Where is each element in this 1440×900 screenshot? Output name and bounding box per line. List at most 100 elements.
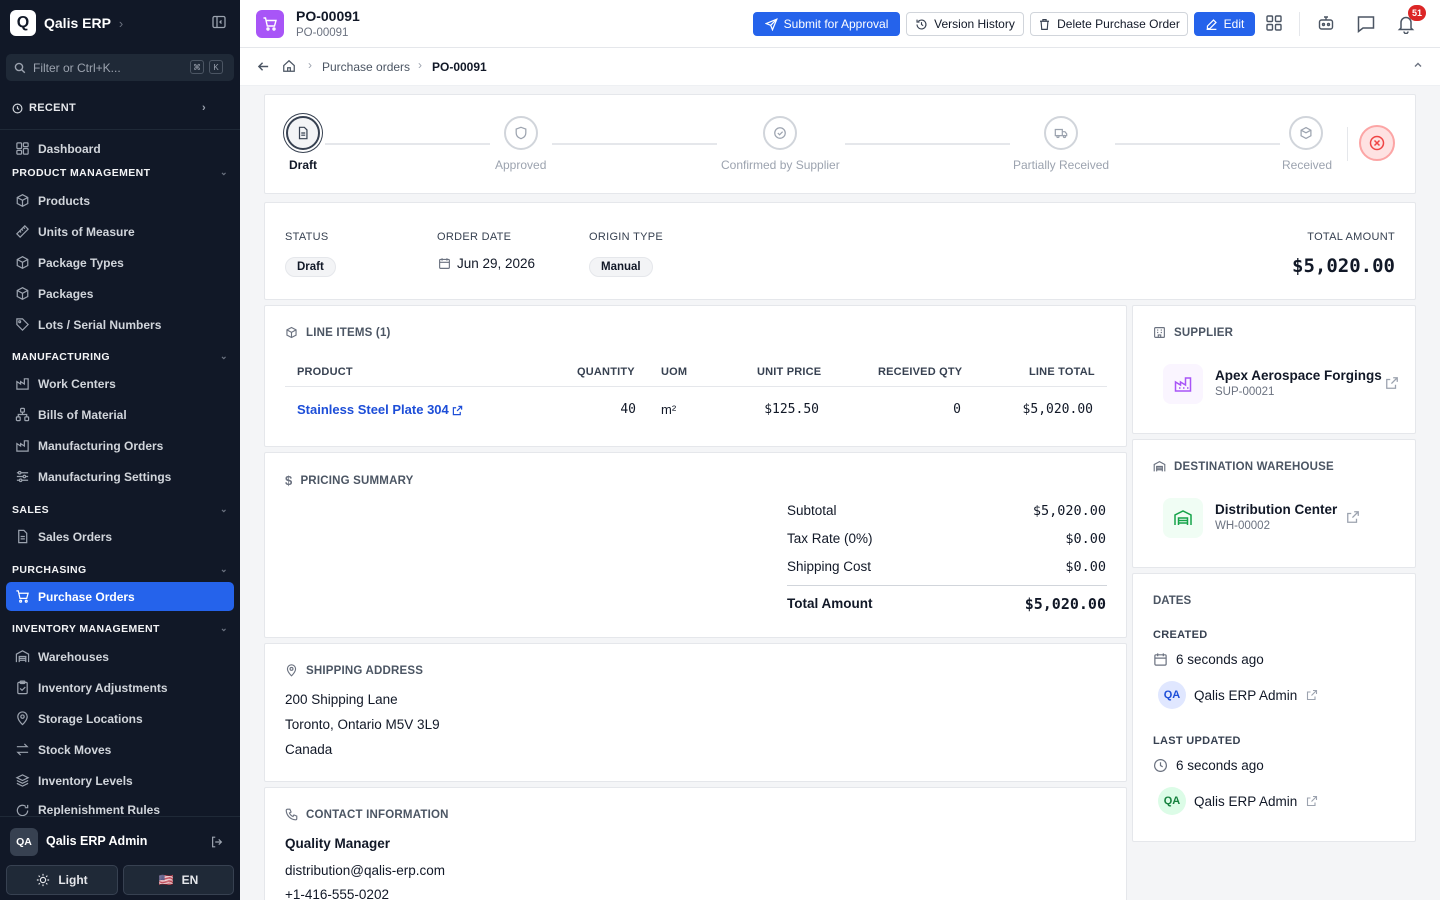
sidebar-item-manufacturing-settings[interactable]: Manufacturing Settings: [6, 462, 234, 491]
section-label: PRODUCT MANAGEMENT: [12, 167, 151, 179]
external-link-icon[interactable]: [1346, 510, 1360, 524]
step-label: Confirmed by Supplier: [721, 158, 840, 172]
sidebar-item-label: Dashboard: [38, 141, 101, 156]
edit-button[interactable]: Edit: [1194, 12, 1255, 36]
sidebar-item-label: Inventory Levels: [38, 773, 133, 788]
sidebar-item-label: Sales Orders: [38, 529, 113, 544]
delete-purchase-order-button[interactable]: Delete Purchase Order: [1030, 12, 1188, 36]
app-name: Qalis ERP: [44, 15, 111, 31]
sidebar-item-package-types[interactable]: Package Types: [6, 248, 234, 277]
sidebar-item-work-centers[interactable]: Work Centers: [6, 369, 234, 398]
clipboard-icon: [17, 680, 28, 695]
kbd-k: K: [209, 60, 223, 74]
contact-phone[interactable]: +1-416-555-0202: [285, 887, 389, 900]
top-bar: PO-00091 PO-00091 Submit for Approval Ve…: [240, 0, 1440, 48]
breadcrumb-purchase-orders[interactable]: Purchase orders: [322, 60, 410, 74]
sidebar-item-bills-of-material[interactable]: Bills of Material: [6, 400, 234, 429]
sliders-icon: [16, 470, 29, 483]
factory-icon: [16, 440, 29, 452]
button-label: Version History: [934, 17, 1015, 31]
sidebar-item-packages[interactable]: Packages: [6, 279, 234, 308]
recent-toggle[interactable]: RECENT ›: [0, 97, 240, 119]
col-uom: UOM: [661, 366, 688, 378]
building-icon: [1154, 327, 1165, 338]
sidebar-item-warehouses[interactable]: Warehouses: [6, 642, 234, 671]
warehouse-header: DESTINATION WAREHOUSE: [1153, 460, 1334, 473]
avatar: QA: [1158, 681, 1186, 709]
theme-toggle-button[interactable]: Light: [6, 865, 118, 895]
chevron-right-icon: ›: [118, 15, 124, 31]
external-link-icon[interactable]: [1306, 795, 1318, 807]
sidebar-item-inventory-levels[interactable]: Inventory Levels: [6, 766, 234, 795]
updated-by[interactable]: Qalis ERP Admin: [1194, 794, 1297, 809]
section-product-management[interactable]: PRODUCT MANAGEMENT ⌄: [12, 167, 228, 179]
sidebar-filter-input[interactable]: Filter or Ctrl+K... ⌘ K: [6, 54, 234, 81]
supplier-name[interactable]: Apex Aerospace Forgings: [1215, 368, 1382, 383]
external-link-icon[interactable]: [1306, 689, 1318, 701]
sidebar-item-lots[interactable]: Lots / Serial Numbers: [6, 310, 234, 339]
sidebar-item-label: Storage Locations: [38, 711, 143, 726]
step-received: [1289, 116, 1323, 150]
product-link[interactable]: Stainless Steel Plate 304: [297, 402, 463, 417]
box-icon: [16, 255, 29, 270]
home-icon[interactable]: [282, 59, 296, 73]
apps-grid-icon[interactable]: [1265, 14, 1283, 32]
sidebar-item-manufacturing-orders[interactable]: Manufacturing Orders: [6, 431, 234, 460]
sidebar-item-products[interactable]: Products: [6, 186, 234, 215]
created-by[interactable]: Qalis ERP Admin: [1194, 688, 1297, 703]
address-line-2: Toronto, Ontario M5V 3L9: [285, 717, 440, 732]
sidebar-item-inventory-adjustments[interactable]: Inventory Adjustments: [6, 673, 234, 702]
origin-type-label: ORIGIN TYPE: [589, 231, 663, 243]
calendar-icon: [438, 257, 451, 270]
language-button[interactable]: 🇺🇸 EN: [123, 865, 234, 895]
col-unit-price: UNIT PRICE: [757, 366, 822, 378]
contact-email[interactable]: distribution@qalis-erp.com: [285, 863, 445, 878]
warehouse-name[interactable]: Distribution Center: [1215, 502, 1337, 517]
factory-icon: [1163, 364, 1203, 404]
section-manufacturing[interactable]: MANUFACTURING ⌄: [12, 351, 228, 363]
avatar[interactable]: QA: [10, 828, 38, 856]
shipping-address-card: SHIPPING ADDRESS 200 Shipping Lane Toron…: [264, 643, 1127, 782]
back-arrow-icon[interactable]: [257, 60, 270, 73]
divider: [787, 585, 1107, 586]
hierarchy-icon: [15, 407, 30, 422]
origin-type-badge: Manual: [589, 257, 653, 277]
divider: [285, 386, 1107, 387]
warehouse-icon: [1153, 460, 1166, 472]
chat-icon[interactable]: [1356, 14, 1376, 34]
chevron-down-icon: ⌄: [220, 504, 228, 514]
app-logo: Q: [10, 10, 36, 36]
section-title: SHIPPING ADDRESS: [306, 664, 424, 677]
sidebar-item-sales-orders[interactable]: Sales Orders: [6, 522, 234, 551]
trash-icon: [1040, 18, 1050, 30]
send-icon: [764, 17, 778, 31]
section-purchasing[interactable]: PURCHASING ⌄: [12, 564, 228, 576]
supplier-header: SUPPLIER: [1153, 326, 1233, 339]
logout-icon[interactable]: [210, 835, 224, 849]
robot-icon[interactable]: [1317, 14, 1335, 32]
section-sales[interactable]: SALES ⌄: [12, 504, 228, 516]
step-connector: [845, 143, 1010, 145]
chevron-up-icon[interactable]: [1412, 59, 1424, 71]
sidebar-collapse-icon[interactable]: [212, 15, 226, 29]
sidebar-item-dashboard[interactable]: Dashboard: [6, 134, 234, 163]
step-label: Partially Received: [1013, 158, 1110, 172]
notification-count-badge: 51: [1408, 5, 1426, 21]
cancel-order-button[interactable]: [1359, 125, 1395, 161]
external-link-icon[interactable]: [1385, 376, 1399, 390]
sidebar-item-units-of-measure[interactable]: Units of Measure: [6, 217, 234, 246]
sidebar-item-stock-moves[interactable]: Stock Moves: [6, 735, 234, 764]
package-check-icon: [1300, 126, 1312, 140]
version-history-button[interactable]: Version History: [906, 12, 1024, 36]
submit-for-approval-button[interactable]: Submit for Approval: [753, 12, 900, 36]
section-label: SALES: [12, 504, 50, 516]
sidebar-item-storage-locations[interactable]: Storage Locations: [6, 704, 234, 733]
brand[interactable]: Q Qalis ERP ›: [0, 0, 240, 46]
created-time: 6 seconds ago: [1176, 652, 1264, 667]
section-inventory-management[interactable]: INVENTORY MANAGEMENT ⌄: [12, 623, 228, 635]
chevron-down-icon: ⌄: [220, 351, 228, 361]
chevron-right-icon: ›: [202, 102, 206, 114]
sidebar-item-purchase-orders[interactable]: Purchase Orders: [6, 582, 234, 611]
warehouse-code: WH-00002: [1215, 520, 1270, 532]
total-amount-label: Total Amount: [787, 596, 873, 611]
